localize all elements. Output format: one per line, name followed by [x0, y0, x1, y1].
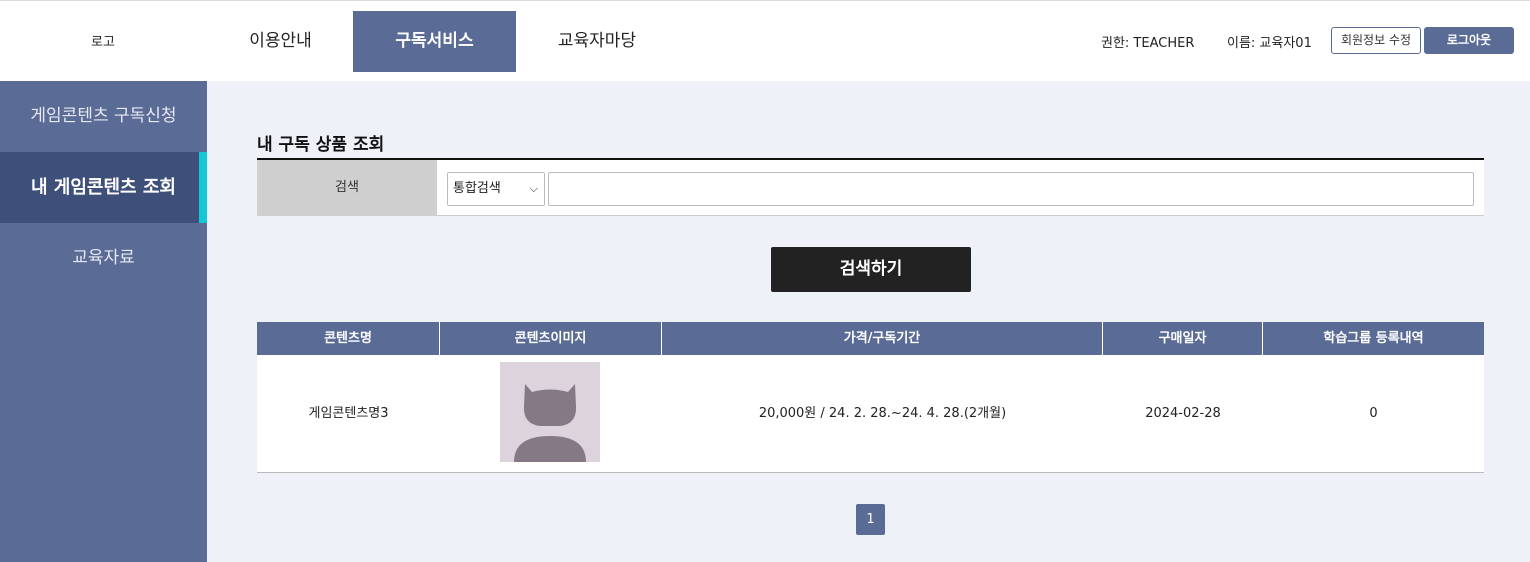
logo[interactable]: 로고: [70, 31, 136, 50]
page-title: 내 구독 상품 조회: [257, 135, 385, 155]
search-button[interactable]: 검색하기: [771, 247, 971, 292]
sidebar-item-my-contents[interactable]: 내 게임콘텐츠 조회: [0, 152, 207, 223]
sidebar-item-subscribe[interactable]: 게임콘텐츠 구독신청: [0, 81, 207, 152]
purchase-date: 2024-02-28: [1145, 406, 1221, 421]
column-header-image: 콘텐츠이미지: [440, 322, 662, 355]
nav-item-guide[interactable]: 이용안내: [213, 11, 348, 72]
price-period: 20,000원 / 24. 2. 28.~24. 4. 28.(2개월): [758, 406, 1007, 421]
search-label: 검색: [257, 160, 437, 216]
search-type-value: 통합검색: [453, 181, 501, 196]
column-header-price: 가격/구독기간: [662, 322, 1103, 355]
column-header-name: 콘텐츠명: [257, 322, 440, 355]
placeholder-avatar-icon: [514, 384, 586, 462]
pagination-page-1[interactable]: 1: [856, 504, 885, 535]
content-image: [500, 362, 600, 462]
edit-profile-button[interactable]: 회원정보 수정: [1331, 27, 1421, 54]
sidebar: 게임콘텐츠 구독신청 내 게임콘텐츠 조회 교육자료: [0, 81, 207, 562]
logout-button[interactable]: 로그아웃: [1424, 27, 1514, 54]
column-header-date: 구매일자: [1103, 322, 1263, 355]
column-header-groups: 학습그룹 등록내역: [1323, 331, 1424, 346]
nav-item-educator[interactable]: 교육자마당: [521, 11, 673, 72]
user-name: 이름: 교육자01: [1227, 36, 1312, 51]
content-name: 게임콘텐츠명3: [308, 406, 389, 421]
nav-item-subscription[interactable]: 구독서비스: [353, 11, 516, 72]
search-type-select[interactable]: 통합검색 ⌵: [447, 172, 545, 206]
top-header: 로고 이용안내 구독서비스 교육자마당 권한: TEACHER 이름: 교육자0…: [0, 0, 1530, 81]
user-role: 권한: TEACHER: [1101, 36, 1195, 51]
group-count: 0: [1369, 406, 1378, 421]
search-row: 검색 통합검색 ⌵: [257, 160, 1484, 216]
table-row[interactable]: 게임콘텐츠명3 20,000원 / 24. 2. 28.~24. 4. 28.(…: [257, 355, 1484, 473]
sidebar-item-materials[interactable]: 교육자료: [0, 223, 207, 294]
table-header: 콘텐츠명 콘텐츠이미지 가격/구독기간 구매일자 학습그룹 등록내역: [257, 322, 1484, 355]
chevron-down-icon: ⌵: [529, 182, 538, 195]
search-input[interactable]: [548, 172, 1474, 206]
